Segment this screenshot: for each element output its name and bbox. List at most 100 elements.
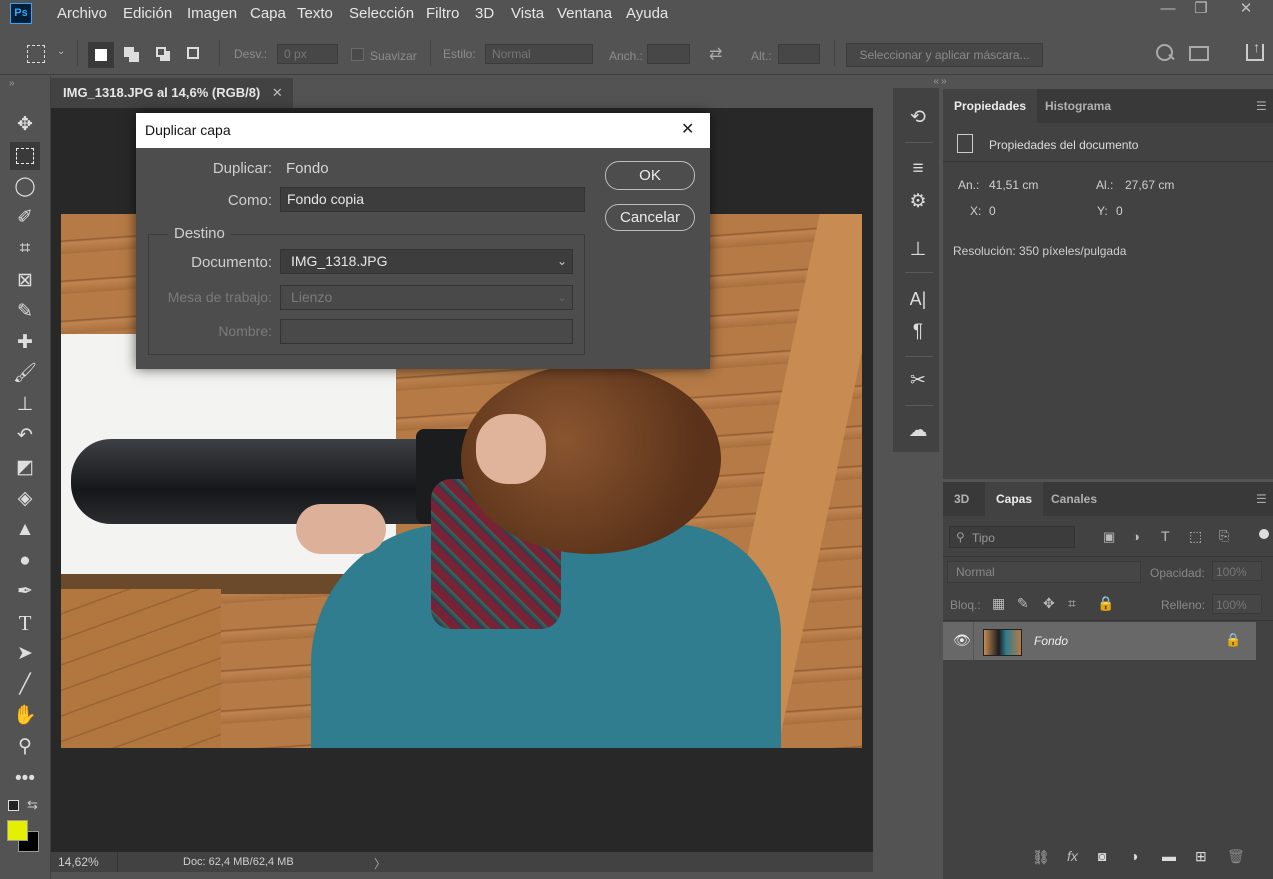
clone-source-icon[interactable]: ⊥ (900, 236, 936, 264)
search-icon[interactable] (1156, 44, 1173, 61)
hand-tool-icon[interactable]: ✋ (10, 702, 40, 730)
panel-menu-icon[interactable]: ☰ (1256, 99, 1267, 113)
tool-presets-icon[interactable]: ✂ (900, 367, 936, 395)
layer-style-icon[interactable]: fx (1067, 848, 1078, 864)
eyedropper-tool-icon[interactable]: ✎ (10, 298, 40, 326)
collapse-panels-icon[interactable]: » (941, 76, 1273, 88)
blur-tool-icon[interactable]: ▲ (10, 516, 40, 544)
antialias-checkbox[interactable] (351, 48, 364, 61)
quick-selection-tool-icon[interactable]: ✐ (10, 204, 40, 232)
close-window-button[interactable]: ✕ (1226, 0, 1266, 20)
frame-tool-icon[interactable]: ⊠ (10, 267, 40, 295)
document-tab[interactable]: IMG_1318.JPG al 14,6% (RGB/8) ✕ (51, 78, 293, 108)
swap-colors-icon[interactable]: ⇆ (27, 797, 38, 813)
foreground-color-swatch[interactable] (7, 820, 28, 841)
document-select[interactable]: IMG_1318.JPG ⌄ (280, 249, 573, 274)
zoom-level[interactable]: 14,62% (58, 855, 99, 869)
character-panel-icon[interactable]: A| (900, 285, 936, 313)
new-selection-button[interactable] (88, 42, 114, 68)
type-tool-icon[interactable]: T (10, 609, 40, 637)
tab-histograma[interactable]: Histograma (1034, 89, 1122, 123)
restore-button[interactable]: ❐ (1181, 0, 1221, 20)
lasso-tool-icon[interactable]: ◯ (10, 173, 40, 201)
menu-texto[interactable]: Texto (297, 5, 333, 22)
width-input[interactable] (647, 44, 690, 64)
link-layers-icon[interactable]: ⛓ (1032, 849, 1050, 866)
eraser-tool-icon[interactable]: ◩ (10, 454, 40, 482)
move-tool-icon[interactable]: ✥ (10, 111, 40, 139)
layer-row[interactable]: 👁 Fondo 🔒 (943, 622, 1256, 660)
collapse-column-icon[interactable]: « (893, 76, 939, 88)
layer-filter-select[interactable]: ⚲ Tipo (949, 526, 1075, 548)
menu-filtro[interactable]: Filtro (426, 5, 459, 22)
delete-layer-icon[interactable]: 🗑 (1227, 848, 1245, 865)
tab-propiedades[interactable]: Propiedades (943, 89, 1038, 123)
lock-artboard-icon[interactable]: ⌗ (1068, 595, 1076, 612)
dodge-tool-icon[interactable]: ● (10, 547, 40, 575)
brush-settings-icon[interactable]: ≡ (900, 155, 936, 183)
new-group-icon[interactable]: ▬ (1162, 848, 1176, 864)
workspace-icon[interactable] (1189, 46, 1209, 61)
new-layer-icon[interactable]: ⊞ (1195, 848, 1207, 865)
add-selection-icon[interactable] (124, 47, 134, 57)
style-select[interactable]: Normal (485, 44, 593, 64)
clone-stamp-tool-icon[interactable]: ⊥ (10, 391, 40, 419)
width-value[interactable]: 41,51 cm (989, 178, 1038, 192)
libraries-icon[interactable]: ☁ (900, 417, 936, 445)
more-tools-icon[interactable]: ••• (10, 765, 40, 793)
select-and-mask-button[interactable]: Seleccionar y aplicar máscara... (846, 43, 1043, 67)
dialog-titlebar[interactable]: Duplicar capa ✕ (136, 113, 710, 148)
filter-adjustment-icon[interactable]: ◑ (1132, 529, 1140, 544)
swap-dimensions-icon[interactable]: ⇄ (709, 44, 722, 64)
zoom-tool-icon[interactable]: ⚲ (10, 733, 40, 761)
opacity-input[interactable]: 100% (1212, 561, 1262, 581)
panel-menu-icon[interactable]: ☰ (1256, 492, 1267, 506)
menu-seleccion[interactable]: Selección (349, 5, 414, 22)
paragraph-panel-icon[interactable]: ¶ (900, 318, 936, 346)
x-value[interactable]: 0 (989, 204, 996, 218)
lock-pixels-icon[interactable]: ✎ (1017, 595, 1029, 612)
collapse-toolbar-icon[interactable]: » (9, 78, 15, 89)
marquee-preset-icon[interactable] (27, 45, 45, 63)
menu-imagen[interactable]: Imagen (187, 5, 237, 22)
add-mask-icon[interactable]: ◙ (1098, 848, 1106, 864)
filter-shape-icon[interactable]: ⬚ (1189, 528, 1202, 545)
marquee-tool-icon[interactable] (10, 142, 40, 170)
line-tool-icon[interactable]: ╱ (10, 671, 40, 699)
ok-button[interactable]: OK (605, 161, 695, 190)
tab-canales[interactable]: Canales (1040, 482, 1108, 516)
filter-pixel-icon[interactable]: ▣ (1103, 529, 1115, 545)
menu-3d[interactable]: 3D (475, 5, 494, 22)
height-input[interactable] (778, 44, 820, 64)
filter-type-icon[interactable]: T (1161, 528, 1170, 544)
y-value[interactable]: 0 (1116, 204, 1123, 218)
blend-mode-select[interactable]: Normal (947, 561, 1141, 583)
chevron-down-icon[interactable]: ⌄ (57, 46, 65, 57)
paint-bucket-tool-icon[interactable]: ◈ (10, 485, 40, 513)
as-input[interactable]: Fondo copia (280, 187, 585, 212)
cancel-button[interactable]: Cancelar (605, 204, 695, 231)
menu-ayuda[interactable]: Ayuda (626, 5, 668, 22)
height-value[interactable]: 27,67 cm (1125, 178, 1174, 192)
dialog-close-icon[interactable]: ✕ (681, 119, 694, 139)
adjustments-icon[interactable]: ⚙ (900, 188, 936, 216)
menu-archivo[interactable]: Archivo (57, 5, 107, 22)
close-tab-icon[interactable]: ✕ (272, 85, 283, 100)
menu-vista[interactable]: Vista (511, 5, 544, 22)
subtract-selection-icon[interactable] (156, 47, 166, 57)
default-colors-icon[interactable] (8, 800, 19, 811)
lock-transparency-icon[interactable]: ▦ (992, 595, 1005, 612)
menu-edicion[interactable]: Edición (123, 5, 172, 22)
layer-lock-icon[interactable]: 🔒 (1225, 632, 1241, 648)
visibility-eye-icon[interactable]: 👁 (953, 632, 971, 649)
crop-tool-icon[interactable]: ⌗ (10, 235, 40, 263)
new-adjustment-layer-icon[interactable]: ◑ (1130, 848, 1138, 864)
lock-all-icon[interactable]: 🔒 (1097, 595, 1114, 612)
status-menu-arrow[interactable]: 〉 (374, 855, 386, 872)
filter-toggle[interactable] (1259, 529, 1269, 539)
filter-smart-object-icon[interactable]: ⎘ (1219, 528, 1229, 544)
history-brush-tool-icon[interactable]: ↶ (10, 422, 40, 450)
intersect-selection-icon[interactable] (187, 47, 199, 59)
path-selection-tool-icon[interactable]: ➤ (10, 640, 40, 668)
fill-input[interactable]: 100% (1212, 594, 1262, 614)
